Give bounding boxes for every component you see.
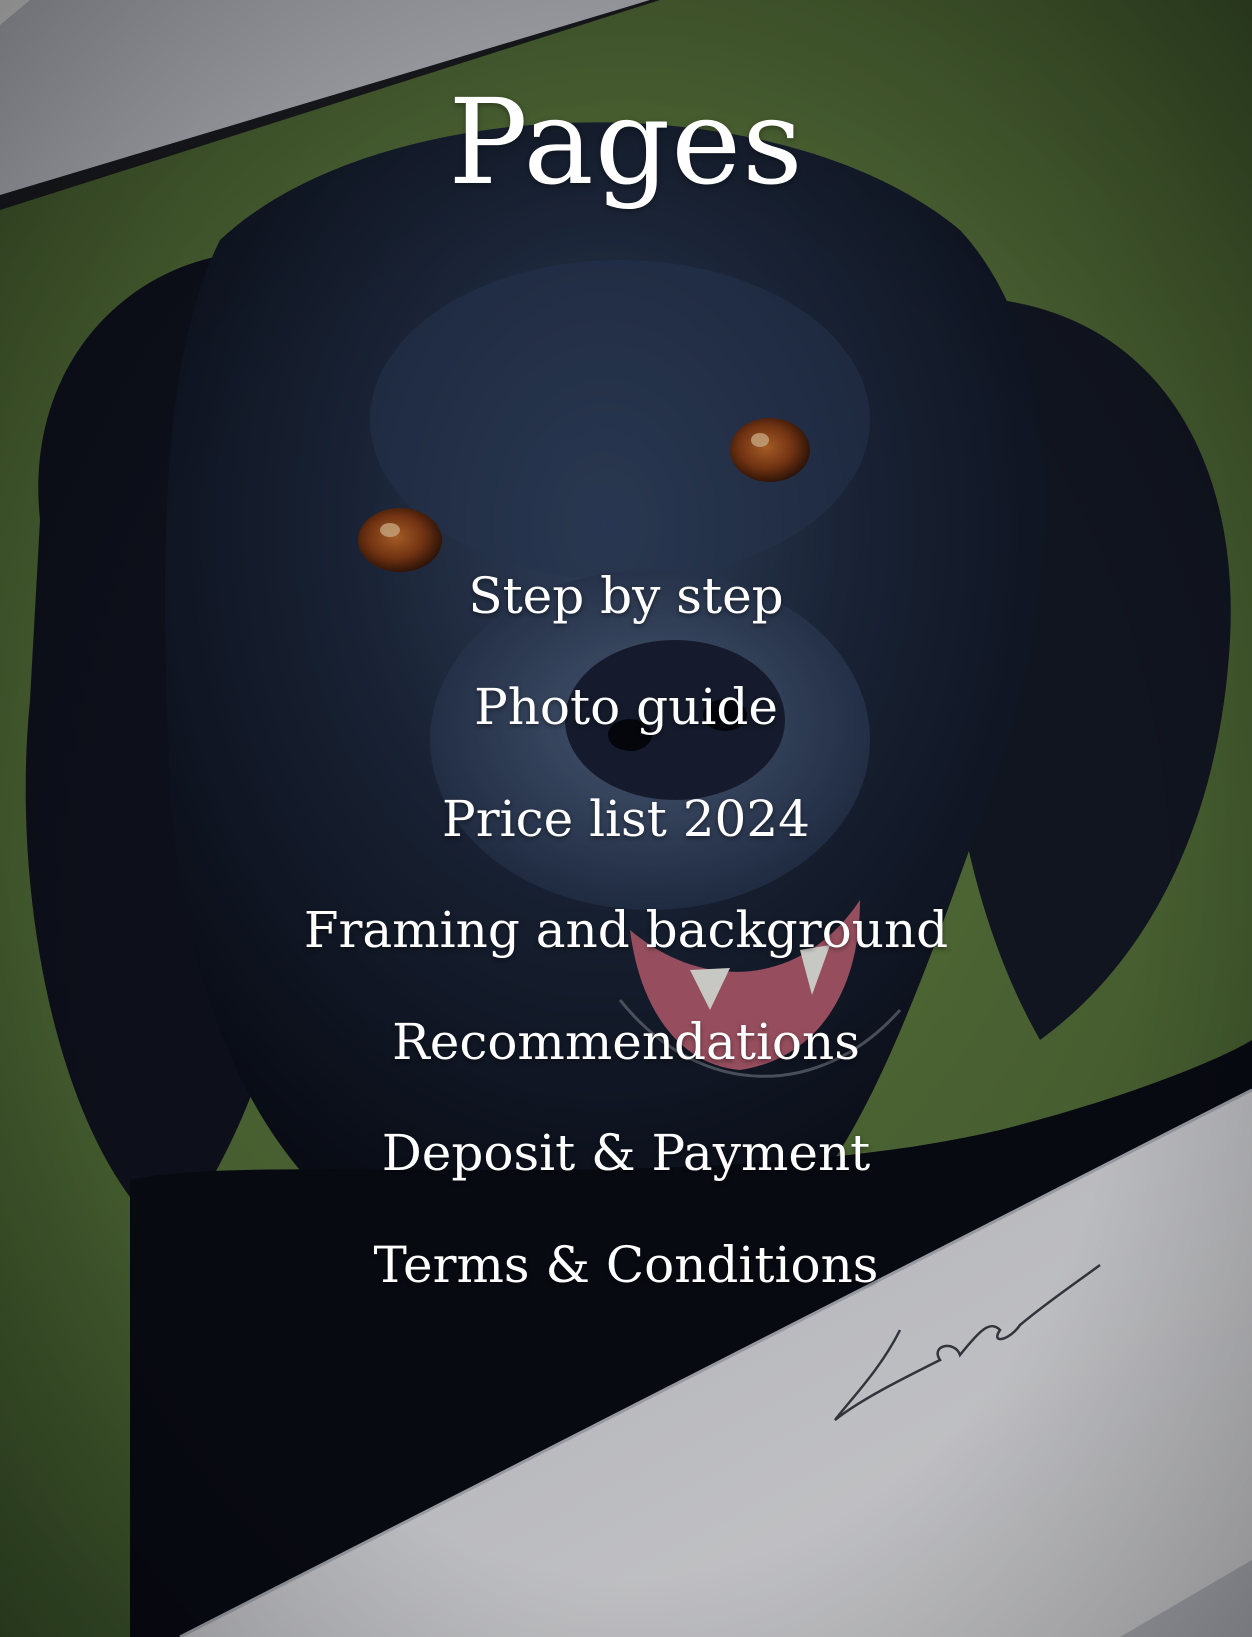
- menu-item-price-list: Price list 2024: [0, 763, 1252, 875]
- pages-screen: Pages Step by step Photo guide Price lis…: [0, 0, 1252, 1637]
- link-price-list[interactable]: Price list 2024: [442, 789, 810, 849]
- link-recommendations[interactable]: Recommendations: [392, 1012, 860, 1072]
- pages-menu: Step by step Photo guide Price list 2024…: [0, 540, 1252, 1321]
- link-terms-conditions[interactable]: Terms & Conditions: [374, 1235, 879, 1295]
- page-title: Pages: [448, 73, 804, 211]
- menu-item-recommendations: Recommendations: [0, 986, 1252, 1098]
- menu-item-photo-guide: Photo guide: [0, 652, 1252, 764]
- menu-item-deposit-payment: Deposit & Payment: [0, 1098, 1252, 1210]
- link-step-by-step[interactable]: Step by step: [468, 566, 783, 626]
- menu-item-step-by-step: Step by step: [0, 540, 1252, 652]
- link-photo-guide[interactable]: Photo guide: [474, 677, 778, 737]
- menu-item-framing-background: Framing and background: [0, 875, 1252, 987]
- link-framing-background[interactable]: Framing and background: [304, 900, 948, 960]
- link-deposit-payment[interactable]: Deposit & Payment: [382, 1123, 871, 1183]
- menu-item-terms-conditions: Terms & Conditions: [0, 1209, 1252, 1321]
